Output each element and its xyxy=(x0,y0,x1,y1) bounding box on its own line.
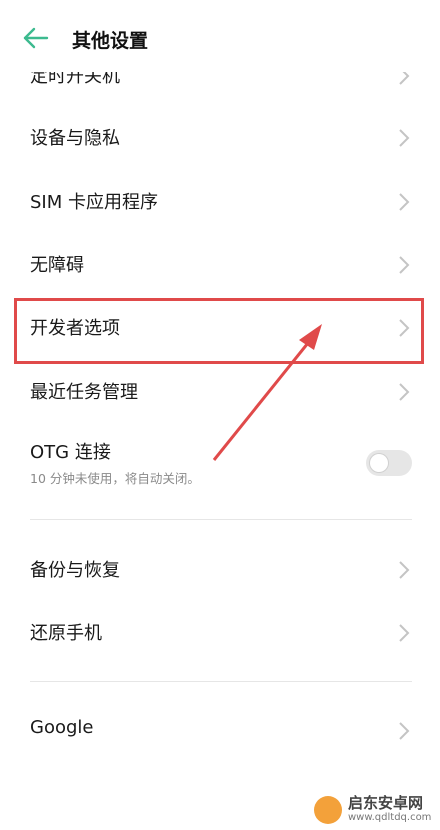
row-label: 备份与恢复 xyxy=(30,560,120,581)
row-label: Google xyxy=(30,717,94,738)
row-device-privacy[interactable]: 设备与隐私 xyxy=(0,110,440,166)
chevron-right-icon xyxy=(399,722,410,740)
watermark-logo-icon xyxy=(314,796,342,824)
row-label: SIM 卡应用程序 xyxy=(30,192,158,213)
toggle-knob xyxy=(370,454,388,472)
chevron-right-icon xyxy=(399,383,410,401)
otg-toggle[interactable] xyxy=(366,450,412,476)
row-label: 还原手机 xyxy=(30,623,102,644)
watermark-title: 启东安卓网 xyxy=(348,794,424,812)
row-backup-restore[interactable]: 备份与恢复 xyxy=(0,542,440,598)
row-reset-phone[interactable]: 还原手机 xyxy=(0,605,440,661)
row-label: 设备与隐私 xyxy=(30,128,120,149)
page-title: 其他设置 xyxy=(72,30,149,52)
section-divider xyxy=(30,681,412,682)
annotation-highlight-box xyxy=(14,298,424,364)
chevron-right-icon xyxy=(399,193,410,211)
chevron-right-icon xyxy=(399,624,410,642)
watermark-url: www.qdltdq.com xyxy=(348,812,432,823)
chevron-right-icon xyxy=(399,129,410,147)
site-watermark: 启东安卓网 www.qdltdq.com xyxy=(308,790,438,830)
row-label: OTG 连接 xyxy=(30,442,111,463)
row-otg-connection: OTG 连接 10 分钟未使用，将自动关闭。 xyxy=(0,424,440,504)
chevron-right-icon xyxy=(399,256,410,274)
row-sim-apps[interactable]: SIM 卡应用程序 xyxy=(0,174,440,230)
row-subtitle: 10 分钟未使用，将自动关闭。 xyxy=(30,471,200,486)
row-google[interactable]: Google xyxy=(0,703,440,759)
row-accessibility[interactable]: 无障碍 xyxy=(0,237,440,293)
row-recent-tasks[interactable]: 最近任务管理 xyxy=(0,364,440,420)
row-label: 无障碍 xyxy=(30,255,84,276)
app-header: 其他设置 xyxy=(0,0,440,72)
arrow-left-icon[interactable] xyxy=(22,26,50,50)
section-divider xyxy=(30,519,412,520)
chevron-right-icon xyxy=(399,561,410,579)
row-label: 最近任务管理 xyxy=(30,382,138,403)
